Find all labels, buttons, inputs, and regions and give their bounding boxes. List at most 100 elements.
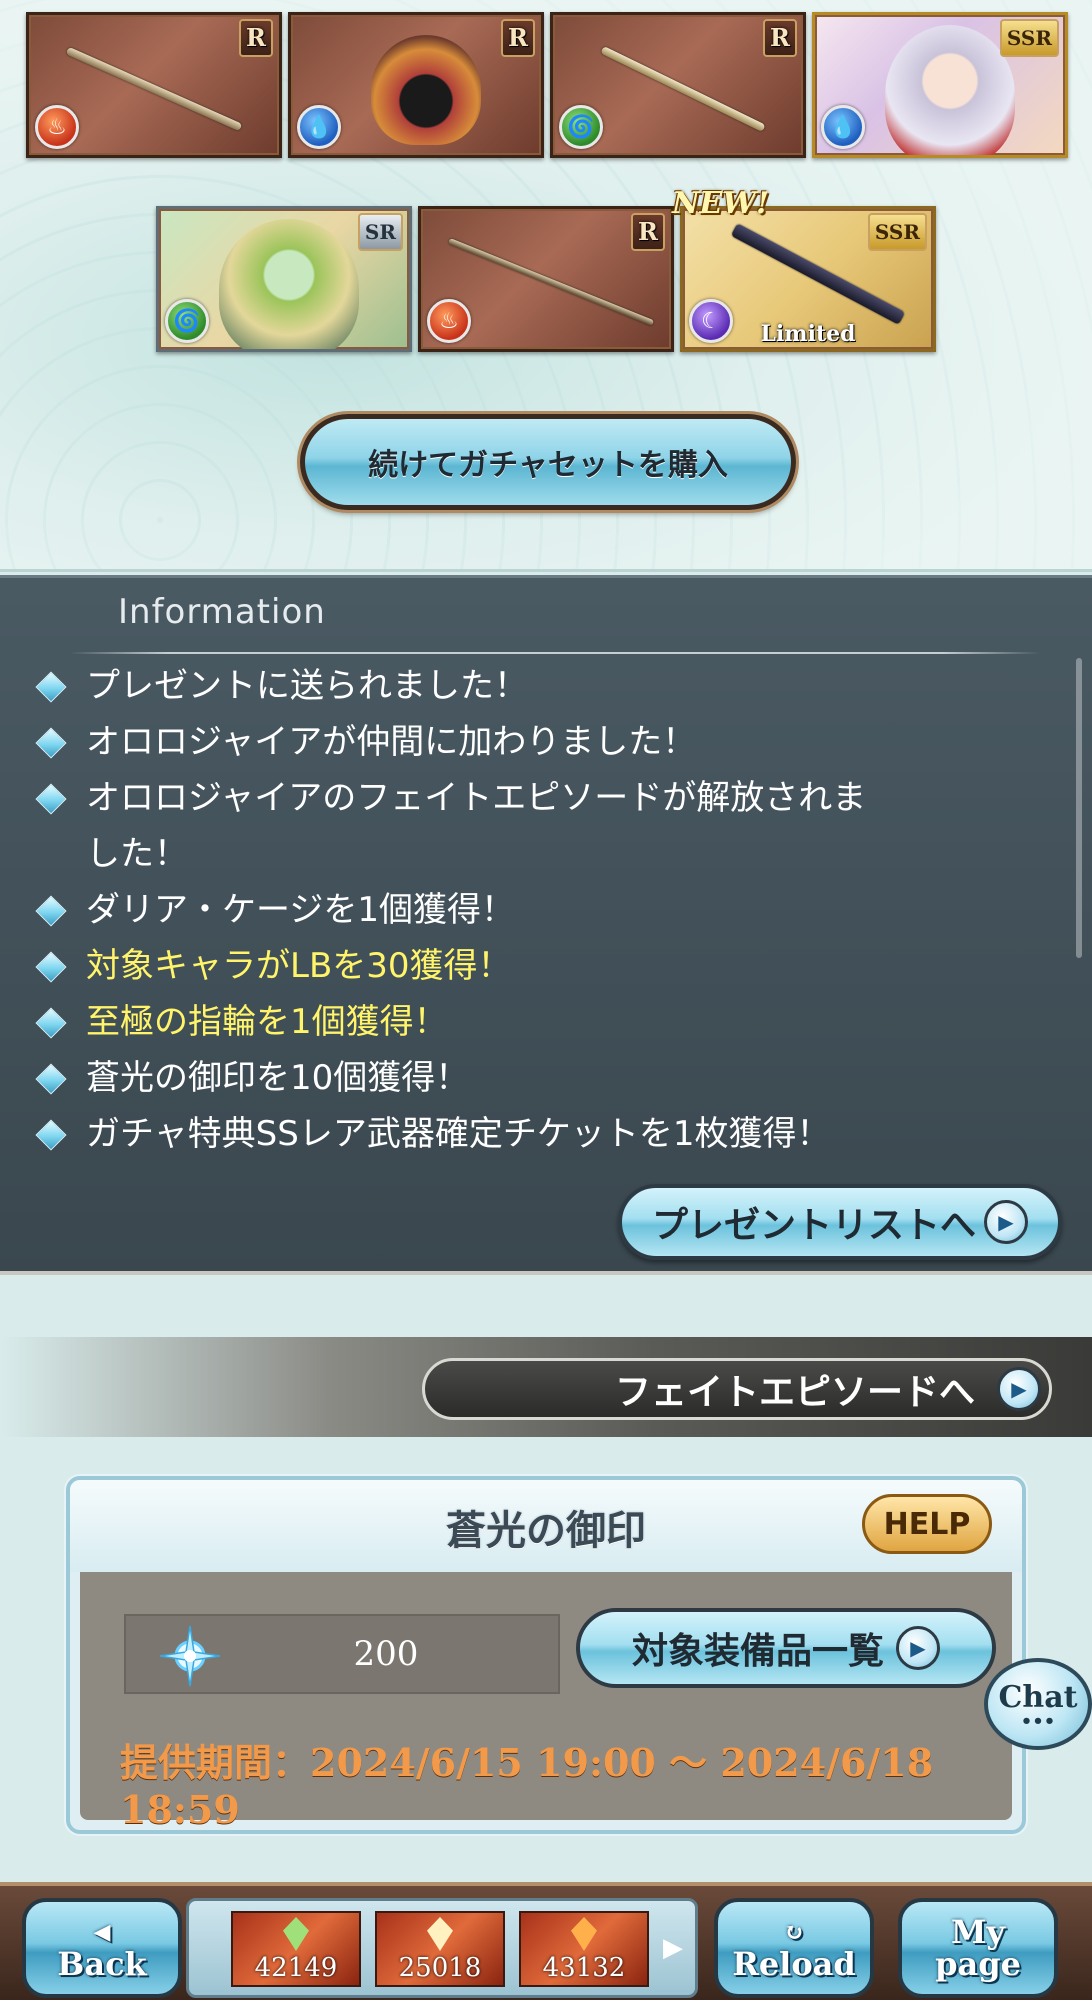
water-element-icon: 💧: [297, 105, 341, 149]
white-crystal-icon: [427, 1917, 453, 1951]
item-currency-strip[interactable]: 42149 25018 43132 ▶: [186, 1898, 698, 1998]
reload-label: Reload: [732, 1945, 856, 1983]
info-scrollbar[interactable]: [1076, 658, 1082, 958]
info-text: した！: [86, 834, 188, 874]
fire-element-icon: ♨: [35, 105, 79, 149]
orange-crystal-icon: [571, 1917, 597, 1951]
info-text: プレゼントに送られました！: [86, 666, 528, 706]
info-text: ガチャ特典SSレア武器確定チケットを1枚獲得！: [86, 1114, 831, 1154]
info-text: 蒼光の御印を10個獲得！: [86, 1058, 470, 1098]
mypage-button[interactable]: My page: [898, 1898, 1058, 1998]
info-text: 至極の指輪を1個獲得！: [86, 1002, 448, 1042]
seal-panel: 蒼光の御印 HELP 200 対象装備品一覧 ▶ 提供期間：2024/6/15 …: [66, 1476, 1026, 1834]
result-card-2[interactable]: R 💧: [288, 12, 544, 158]
result-card-3[interactable]: R 🌀: [550, 12, 806, 158]
info-line: 蒼光の御印を10個獲得！: [30, 1050, 1040, 1106]
green-crystal-icon: [283, 1917, 309, 1951]
back-button[interactable]: ◀ Back: [22, 1898, 182, 1998]
info-line-highlight: 対象キャラがLBを30獲得！: [30, 938, 1040, 994]
info-line: ダリア・ケージを1個獲得！: [30, 882, 1040, 938]
limited-label: Limited: [760, 321, 856, 347]
rarity-badge: SSR: [867, 213, 927, 251]
seal-header: 蒼光の御印 HELP: [70, 1480, 1022, 1572]
diamond-bullet-icon: [35, 1063, 67, 1095]
currency-item-2: 25018: [375, 1911, 505, 1987]
gacha-results-area: R ♨ R 💧 R 🌀 SSR 💧 SR 🌀 R ♨ SSR ☾ Limited…: [0, 0, 1092, 572]
arrow-right-icon: ▶: [896, 1626, 940, 1670]
summon-art: [371, 35, 481, 145]
arrow-right-icon: ▶: [984, 1200, 1028, 1244]
diamond-bullet-icon: [35, 671, 67, 703]
diamond-bullet-icon: [35, 951, 67, 983]
reload-button[interactable]: ↻ Reload: [714, 1898, 874, 1998]
arrow-right-icon: ▶: [997, 1367, 1041, 1411]
dagger-weapon-art: [65, 46, 243, 132]
information-panel: Information プレゼントに送られました！ オロロジャイアが仲間に加わり…: [0, 575, 1092, 1275]
present-list-button[interactable]: プレゼントリストへ ▶: [618, 1184, 1062, 1260]
info-text: 対象キャラがLBを30獲得！: [86, 946, 512, 986]
back-arrow-icon: ◀: [93, 1919, 111, 1945]
rarity-badge: SSR: [999, 19, 1059, 57]
bottom-navigation: ◀ Back 42149 25018 43132 ▶ ↻ Reload My p…: [0, 1882, 1092, 2000]
diamond-bullet-icon: [35, 1119, 67, 1151]
result-card-5[interactable]: SR 🌀: [156, 206, 412, 352]
info-line: オロロジャイアが仲間に加わりました！: [30, 714, 1040, 770]
sword-weapon-art: [600, 45, 766, 133]
info-line: プレゼントに送られました！: [30, 658, 1040, 714]
wind-element-icon: 🌀: [559, 105, 603, 149]
target-equipment-label: 対象装備品一覧: [631, 1631, 884, 1672]
info-line-highlight: 至極の指輪を1個獲得！: [30, 994, 1040, 1050]
divider: [70, 652, 1040, 654]
spear-weapon-art: [447, 238, 655, 326]
diamond-bullet-icon: [35, 727, 67, 759]
buy-gacha-set-again-button[interactable]: 続けてガチャセットを購入: [300, 414, 796, 510]
availability-period: 提供期間：2024/6/15 19:00 〜 2024/6/18 18:59: [120, 1740, 934, 1832]
currency-value: 43132: [542, 1953, 626, 1983]
rarity-badge: R: [501, 19, 535, 57]
fate-episode-button[interactable]: フェイトエピソードへ ▶: [422, 1358, 1052, 1420]
info-text: オロロジャイアが仲間に加わりました！: [86, 722, 697, 762]
rarity-badge: R: [763, 19, 797, 57]
seal-count: 200: [353, 1634, 419, 1674]
rarity-badge: R: [631, 213, 665, 251]
rarity-badge: R: [239, 19, 273, 57]
seal-body: 200 対象装備品一覧 ▶ 提供期間：2024/6/15 19:00 〜 202…: [80, 1572, 1012, 1832]
result-card-1[interactable]: R ♨: [26, 12, 282, 158]
info-text: ダリア・ケージを1個獲得！: [86, 890, 515, 930]
rarity-badge: SR: [357, 213, 403, 251]
diamond-bullet-icon: [35, 783, 67, 815]
new-badge: NEW!: [672, 186, 770, 221]
currency-item-3: 43132: [519, 1911, 649, 1987]
result-card-6[interactable]: R ♨: [418, 206, 674, 352]
result-card-4[interactable]: SSR 💧: [812, 12, 1068, 158]
chat-button[interactable]: Chat •••: [984, 1658, 1092, 1750]
chevron-right-icon[interactable]: ▶: [663, 1933, 687, 1969]
character-portrait: [885, 25, 1015, 155]
info-line-continued: した！: [86, 826, 1092, 882]
wind-element-icon: 🌀: [165, 299, 209, 343]
fate-episode-label: フェイトエピソードへ: [614, 1372, 975, 1413]
diamond-bullet-icon: [35, 1007, 67, 1039]
seal-crystal-icon: [159, 1625, 221, 1687]
info-line: オロロジャイアのフェイトエピソードが解放されま: [30, 770, 1040, 826]
currency-value: 42149: [254, 1953, 338, 1983]
back-label: Back: [57, 1945, 147, 1983]
currency-value: 25018: [398, 1953, 482, 1983]
info-line: ガチャ特典SSレア武器確定チケットを1枚獲得！: [30, 1106, 1040, 1162]
fire-element-icon: ♨: [427, 299, 471, 343]
result-card-7[interactable]: SSR ☾ Limited: [680, 206, 936, 352]
diamond-bullet-icon: [35, 895, 67, 927]
info-text: オロロジャイアのフェイトエピソードが解放されま: [86, 778, 867, 818]
chat-label: Chat: [998, 1679, 1078, 1715]
mypage-label-line2: page: [935, 1945, 1021, 1983]
mypage-label-line1: My: [950, 1913, 1005, 1951]
character-portrait: [219, 219, 359, 349]
currency-item-1: 42149: [231, 1911, 361, 1987]
water-element-icon: 💧: [821, 105, 865, 149]
present-list-label: プレゼントリストへ: [651, 1205, 976, 1246]
seal-count-box: 200: [124, 1614, 560, 1694]
ellipsis-icon: •••: [1020, 1710, 1056, 1732]
target-equipment-list-button[interactable]: 対象装備品一覧 ▶: [576, 1608, 996, 1688]
reload-icon: ↻: [783, 1917, 805, 1946]
help-button[interactable]: HELP: [862, 1494, 992, 1554]
